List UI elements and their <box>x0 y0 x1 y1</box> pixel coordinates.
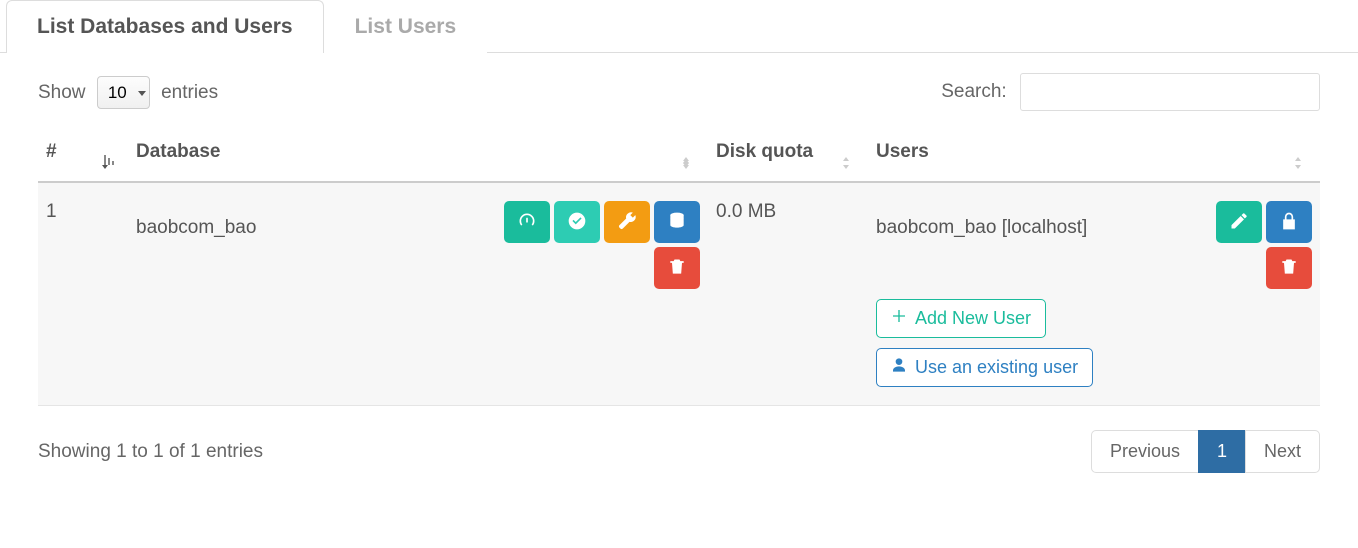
length-suffix: entries <box>161 82 218 103</box>
controls-row: Show 10 entries Search: <box>38 73 1320 111</box>
use-existing-user-label: Use an existing user <box>915 357 1078 378</box>
col-header-database-label: Database <box>136 141 221 162</box>
trash-icon <box>667 257 687 280</box>
panel: Show 10 entries Search: # <box>0 53 1358 493</box>
pager-next[interactable]: Next <box>1245 430 1320 473</box>
sort-icon <box>1294 153 1310 171</box>
pager: Previous 1 Next <box>1091 430 1320 473</box>
edit-user-button[interactable] <box>1216 201 1262 243</box>
database-name: baobcom_bao <box>136 201 256 239</box>
database-icon <box>667 211 687 234</box>
col-header-database[interactable]: Database <box>128 131 708 182</box>
lock-user-button[interactable] <box>1266 201 1312 243</box>
dashboard-button[interactable] <box>504 201 550 243</box>
user-name: baobcom_bao [localhost] <box>876 201 1087 239</box>
use-existing-user-button[interactable]: Use an existing user <box>876 348 1093 387</box>
cell-num: 1 <box>38 182 128 406</box>
tabs: List Databases and Users List Users <box>0 0 1358 53</box>
cell-users: baobcom_bao [localhost] <box>868 182 1320 406</box>
col-header-users-label: Users <box>876 141 929 162</box>
footer-row: Showing 1 to 1 of 1 entries Previous 1 N… <box>38 430 1320 473</box>
check-button[interactable] <box>554 201 600 243</box>
database-button[interactable] <box>654 201 700 243</box>
col-header-disk[interactable]: Disk quota <box>708 131 868 182</box>
tab-list-users[interactable]: List Users <box>324 0 488 53</box>
search-label: Search: <box>941 81 1006 102</box>
col-header-num[interactable]: # <box>38 131 128 182</box>
col-header-num-label: # <box>46 141 57 162</box>
lock-icon <box>1279 211 1299 234</box>
search-box: Search: <box>941 73 1320 111</box>
col-header-users[interactable]: Users <box>868 131 1320 182</box>
sort-icon <box>842 153 858 171</box>
table-info: Showing 1 to 1 of 1 entries <box>38 441 263 463</box>
edit-icon <box>1229 211 1249 234</box>
length-prefix: Show <box>38 82 86 103</box>
pager-prev[interactable]: Previous <box>1091 430 1199 473</box>
add-new-user-button[interactable]: Add New User <box>876 299 1046 338</box>
delete-user-button[interactable] <box>1266 247 1312 289</box>
cell-database: baobcom_bao <box>128 182 708 406</box>
delete-database-button[interactable] <box>654 247 700 289</box>
gauge-icon <box>517 211 537 234</box>
length-select[interactable]: 10 <box>97 76 150 109</box>
search-input[interactable] <box>1020 73 1320 111</box>
plus-icon <box>891 308 907 329</box>
add-new-user-label: Add New User <box>915 308 1031 329</box>
cell-disk-quota: 0.0 MB <box>708 182 868 406</box>
trash-icon <box>1279 257 1299 280</box>
data-table: # Database Disk quota <box>38 131 1320 406</box>
pager-page-1[interactable]: 1 <box>1198 430 1246 473</box>
length-menu: Show 10 entries <box>38 76 218 109</box>
sort-icon <box>102 153 118 171</box>
sort-icon <box>682 153 698 171</box>
tab-list-databases-and-users[interactable]: List Databases and Users <box>6 0 324 53</box>
check-circle-icon <box>567 211 587 234</box>
user-icon <box>891 357 907 378</box>
table-row: 1 baobcom_bao <box>38 182 1320 406</box>
user-actions <box>1202 201 1312 289</box>
wrench-icon <box>617 211 637 234</box>
repair-button[interactable] <box>604 201 650 243</box>
database-actions <box>480 201 700 289</box>
col-header-disk-label: Disk quota <box>716 141 813 162</box>
